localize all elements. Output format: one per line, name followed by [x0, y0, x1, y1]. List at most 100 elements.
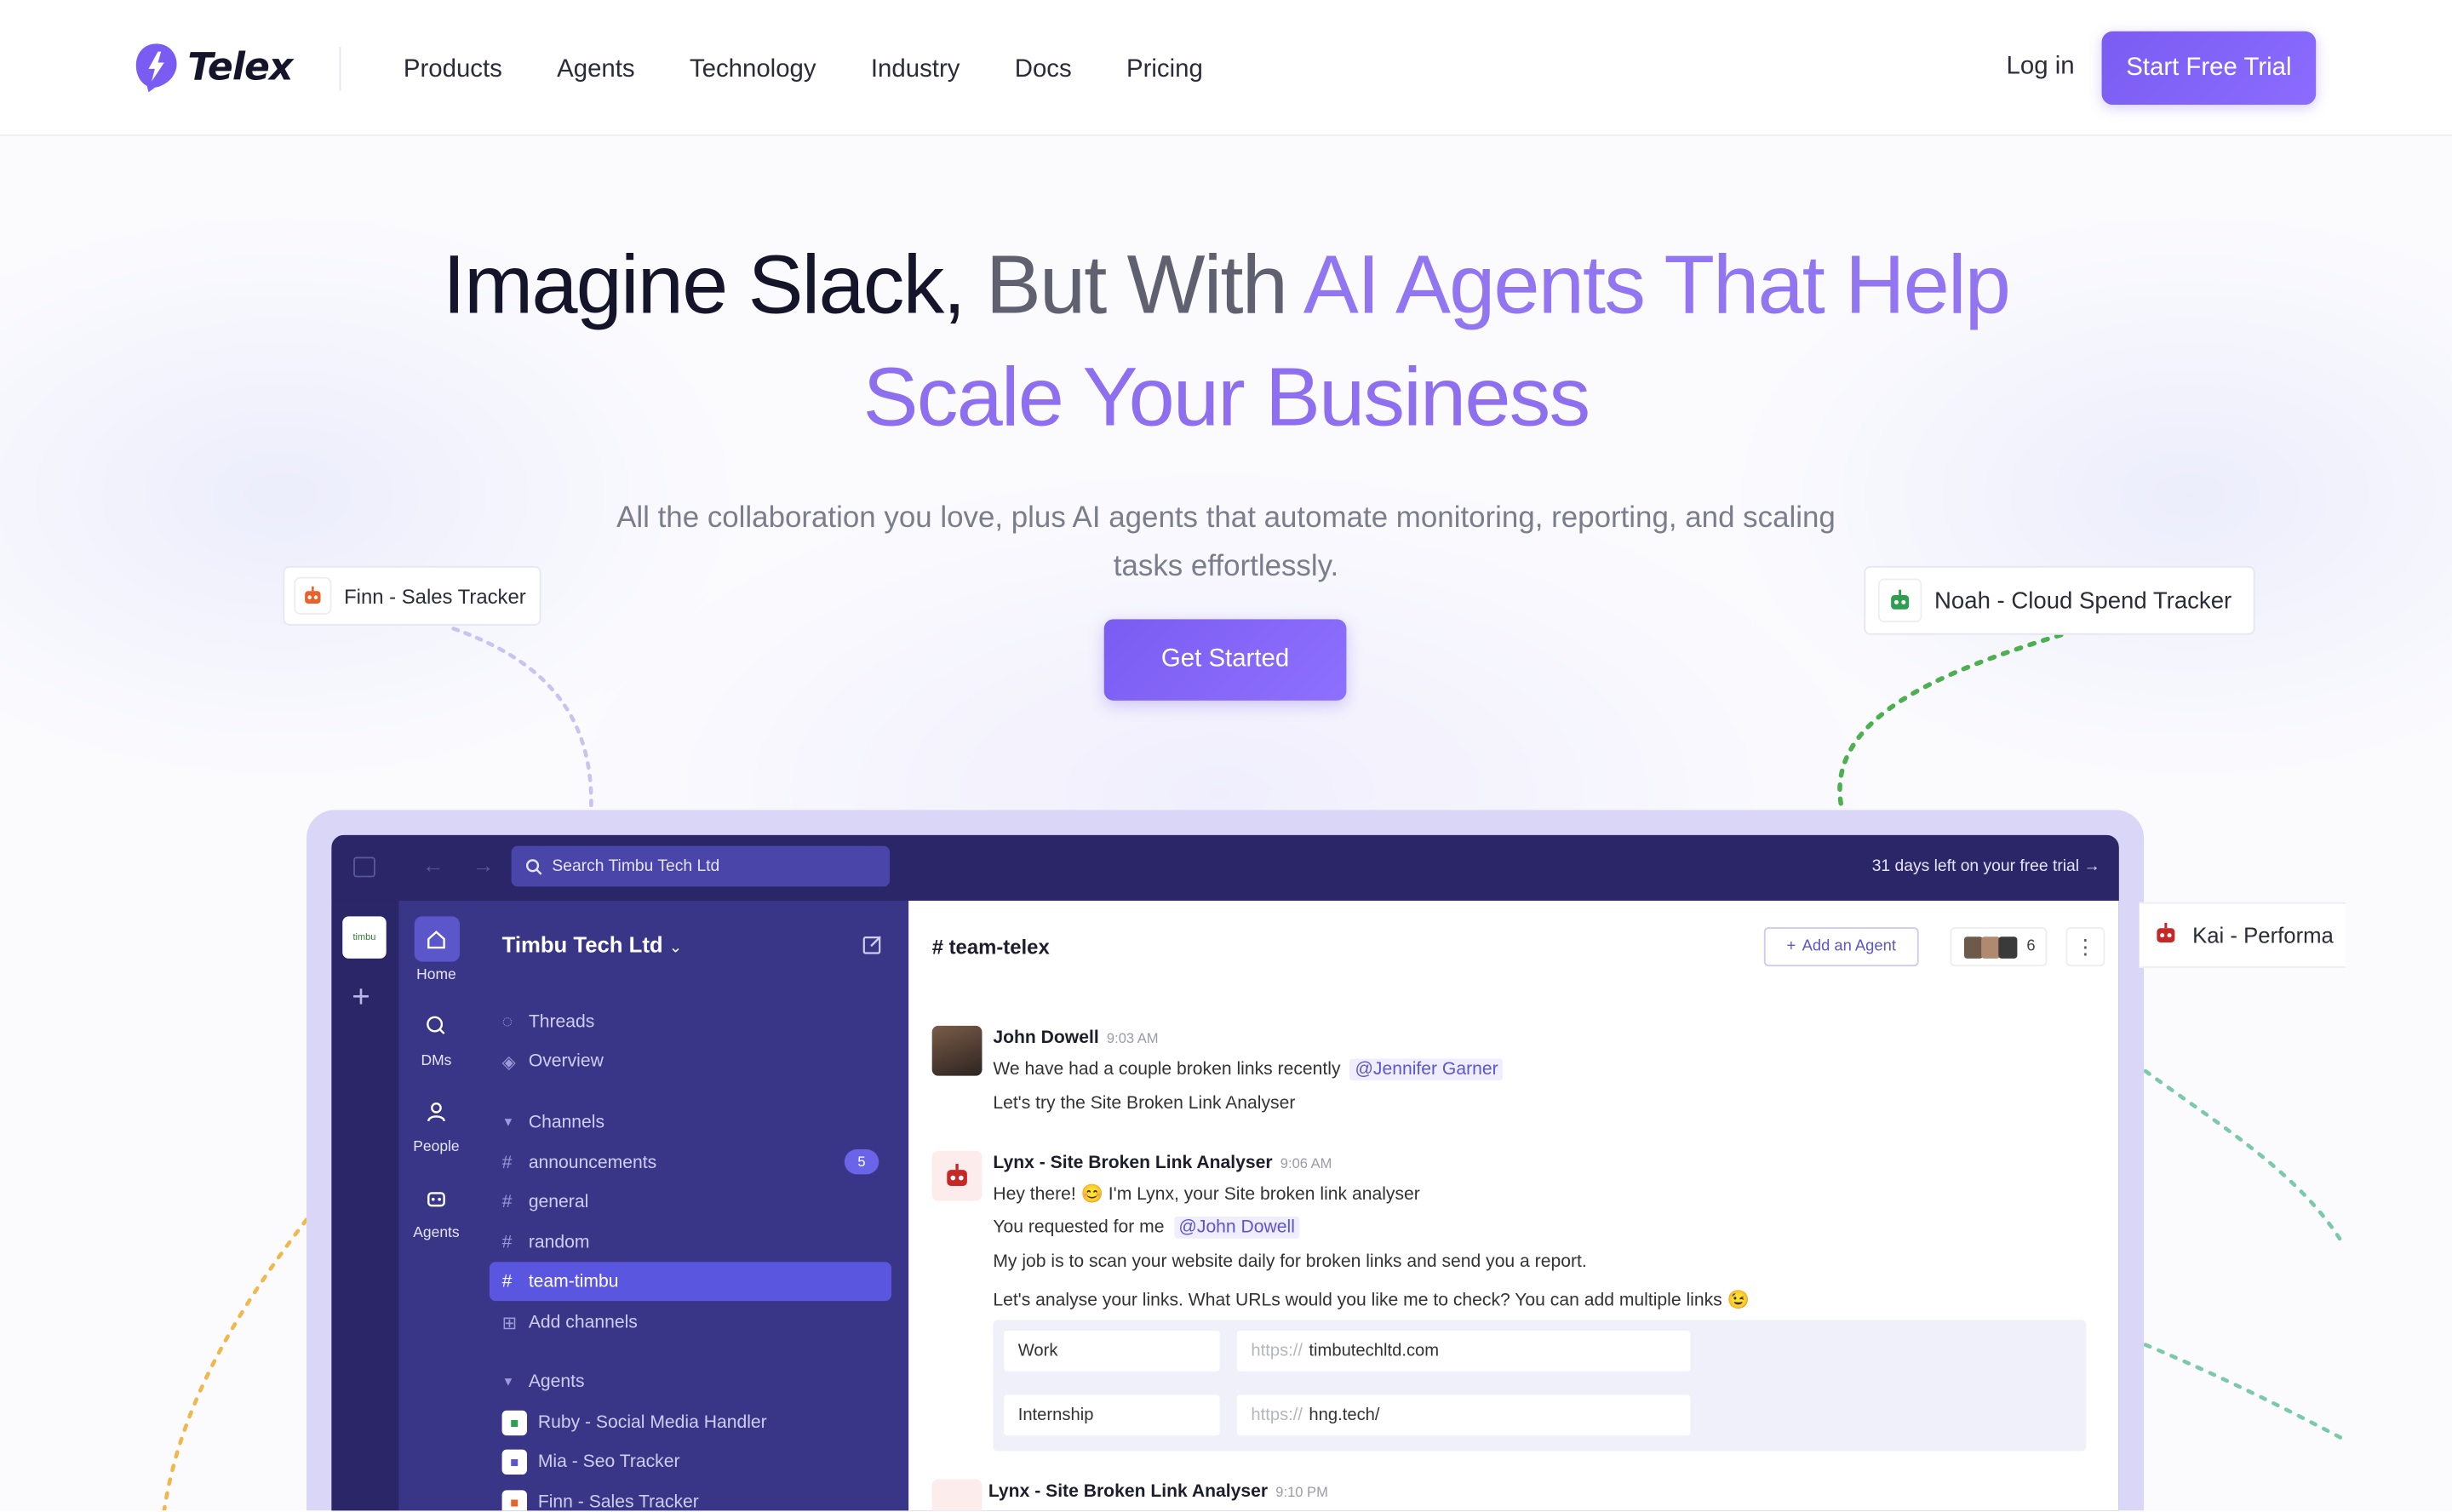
add-agent-button[interactable]: + Add an Agent: [1763, 927, 1919, 967]
mention[interactable]: @Jennifer Garner: [1349, 1058, 1504, 1081]
sidebar-item-agent-finn[interactable]: ■ Finn - Sales Tracker: [490, 1482, 891, 1511]
finn-label: Finn - Sales Tracker: [344, 584, 526, 608]
hash-icon: #: [501, 1272, 513, 1292]
author-name: Lynx - Site Broken Link Analyser: [988, 1482, 1269, 1502]
sidebar-item-agent-mia[interactable]: ■ Mia - Seo Tracker: [490, 1441, 891, 1480]
sidebar-item-team-timbu[interactable]: # team-timbu: [489, 1262, 891, 1302]
home-icon: [413, 916, 460, 962]
app-search-input[interactable]: Search Timbu Tech Ltd: [511, 845, 891, 887]
sidebar-item-general[interactable]: # general: [490, 1183, 891, 1222]
workspace-switcher[interactable]: Timbu Tech Ltd ⌄: [502, 932, 683, 957]
url-field[interactable]: https:// timbutechltd.com: [1236, 1331, 1691, 1372]
hash-icon: #: [501, 1153, 513, 1172]
arrow-right-icon: →: [2083, 856, 2100, 876]
url-input-form: Work https:// timbutechltd.com Internship…: [993, 1320, 2087, 1452]
robot-icon: [294, 576, 332, 615]
message-author: Lynx - Site Broken Link Analyser 9:06 AM: [993, 1154, 1332, 1173]
free-trial-notice[interactable]: 31 days left on your free trial →: [1872, 857, 2100, 876]
rail-agents[interactable]: Agents: [398, 1174, 473, 1241]
overview-label: Overview: [528, 1051, 604, 1071]
avatar: [1981, 936, 2001, 958]
app-preview-frame: ← → Search Timbu Tech Ltd 31 days left o…: [306, 810, 2145, 1511]
avatar: [931, 1025, 983, 1076]
message-author: John Dowell 9:03 AM: [993, 1029, 1158, 1048]
robot-icon: ■: [501, 1409, 527, 1435]
rail-home-label: Home: [416, 966, 456, 984]
avatar: [1998, 936, 2018, 958]
rail-dms[interactable]: DMs: [398, 1002, 473, 1069]
message-author: Lynx - Site Broken Link Analyser 9:10 PM: [988, 1482, 1328, 1501]
plus-square-icon: ⊞: [501, 1314, 518, 1333]
rail-home[interactable]: Home: [398, 916, 473, 983]
message-lynx-2: Lynx - Site Broken Link Analyser 9:10 PM: [931, 1479, 2119, 1511]
search-placeholder: Search Timbu Tech Ltd: [552, 856, 720, 876]
workspace-name: Timbu Tech Ltd: [501, 931, 663, 958]
caret-down-icon: ▼: [501, 1374, 515, 1389]
sidebar-item-random[interactable]: # random: [490, 1223, 891, 1262]
url-field[interactable]: https:// hng.tech/: [1236, 1395, 1691, 1436]
add-channels-button[interactable]: ⊞ Add channels: [490, 1303, 891, 1342]
members-button[interactable]: 6: [1950, 927, 2048, 967]
add-workspace-icon[interactable]: +: [352, 982, 370, 1013]
message-text: You requested for me: [993, 1217, 1165, 1237]
add-channels-label: Add channels: [528, 1312, 638, 1332]
floating-agent-kai: Kai - Performa: [2139, 902, 2346, 968]
channels-section-header[interactable]: ▼ Channels: [490, 1102, 891, 1142]
robot-icon: [1877, 578, 1922, 623]
layers-icon: ◈: [501, 1053, 516, 1073]
hash-icon: #: [501, 1192, 513, 1211]
message-text: Let's try the Site Broken Link Analyser: [993, 1094, 1296, 1114]
channel-label: general: [528, 1192, 589, 1211]
message-line: You requested for me @John Dowell: [993, 1216, 1300, 1239]
channel-title: # team-telex: [931, 935, 1050, 959]
unread-badge: 5: [844, 1148, 879, 1175]
rail-people-label: People: [413, 1138, 460, 1156]
sidebar-item-agent-ruby[interactable]: ■ Ruby - Social Media Handler: [490, 1403, 891, 1442]
agent-label: Finn - Sales Tracker: [537, 1492, 699, 1511]
message-time: 9:03 AM: [1106, 1030, 1159, 1046]
floating-agent-finn: Finn - Sales Tracker: [283, 565, 541, 626]
agent-label: Mia - Seo Tracker: [537, 1452, 680, 1471]
back-arrow-icon[interactable]: ←: [422, 852, 444, 877]
sidebar-item-overview[interactable]: ◈ Overview: [490, 1041, 891, 1080]
robot-avatar: [931, 1479, 983, 1511]
rail-people[interactable]: People: [398, 1088, 473, 1155]
robot-icon: [414, 1174, 459, 1219]
channel-label: announcements: [528, 1153, 657, 1172]
author-name: Lynx - Site Broken Link Analyser: [993, 1154, 1273, 1173]
chat-bubble-icon: [414, 1002, 459, 1047]
rail-agents-label: Agents: [413, 1224, 460, 1242]
message-text: Let's analyse your links. What URLs woul…: [993, 1292, 1750, 1311]
kai-label: Kai - Performa: [2192, 922, 2334, 948]
message-john: John Dowell 9:03 AM We have had a couple …: [931, 1025, 2089, 1120]
forward-arrow-icon[interactable]: →: [473, 852, 495, 877]
url-value: timbutechltd.com: [1309, 1341, 1440, 1360]
robot-icon: [2153, 920, 2178, 950]
search-icon: [525, 858, 542, 874]
url-prefix: https://: [1251, 1406, 1303, 1425]
label-field[interactable]: Internship: [1004, 1395, 1220, 1436]
sidebar-item-announcements[interactable]: # announcements 5: [490, 1143, 891, 1183]
channel-label: team-timbu: [528, 1272, 619, 1292]
label-field[interactable]: Work: [1004, 1331, 1220, 1372]
agents-section-header[interactable]: ▼ Agents: [490, 1362, 891, 1401]
sidebar-toggle-icon[interactable]: [353, 856, 375, 878]
channel-sidebar: Timbu Tech Ltd ⌄ ◌ Threads ◈ Overview ▼ Cha…: [473, 900, 909, 1511]
message-text: Hey there! 😊 I'm Lynx, your Site broken …: [993, 1185, 1420, 1205]
threads-label: Threads: [528, 1012, 595, 1032]
compose-icon[interactable]: [862, 934, 884, 956]
rail-dms-label: DMs: [421, 1052, 452, 1070]
robot-icon: ■: [501, 1489, 527, 1511]
agents-header-label: Agents: [528, 1372, 585, 1391]
more-options-icon[interactable]: ⋮: [2065, 927, 2105, 967]
sidebar-item-threads[interactable]: ◌ Threads: [490, 1002, 891, 1041]
mention[interactable]: @John Dowell: [1173, 1216, 1300, 1239]
url-value: hng.tech/: [1309, 1406, 1380, 1425]
workspace-logo[interactable]: timbu: [342, 916, 387, 959]
message-text: We have had a couple broken links recent…: [993, 1060, 1341, 1080]
caret-down-icon: ▼: [501, 1114, 515, 1130]
member-count: 6: [2026, 938, 2036, 956]
threads-icon: ◌: [501, 1012, 513, 1032]
author-name: John Dowell: [993, 1028, 1099, 1048]
chevron-down-icon: ⌄: [668, 939, 683, 958]
